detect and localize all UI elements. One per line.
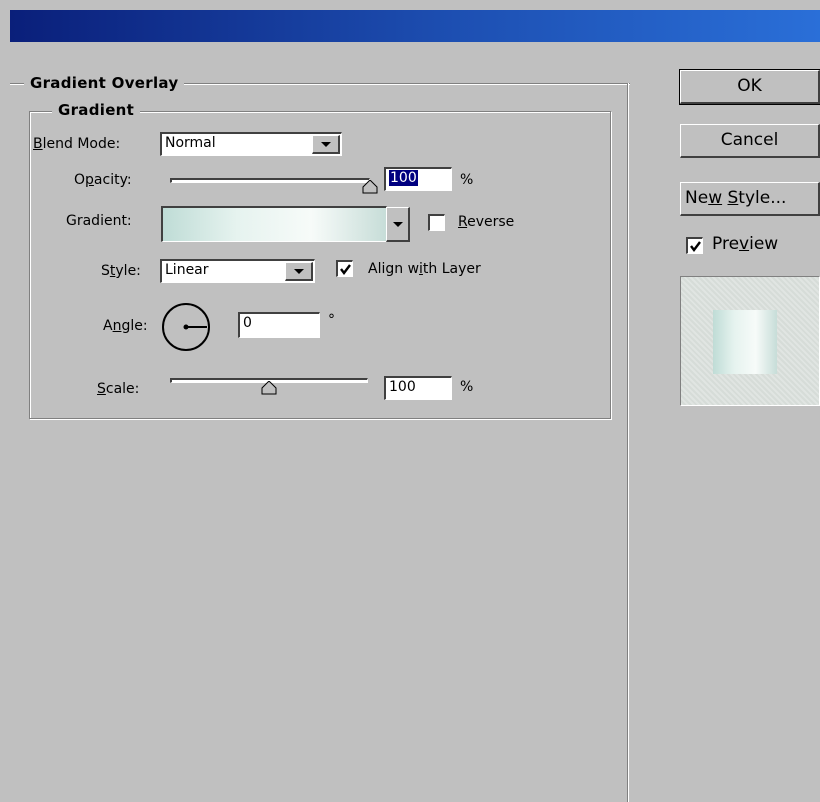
- preview-checkbox[interactable]: [686, 237, 703, 254]
- style-label: Style:: [101, 263, 141, 279]
- gradient-dropdown-button[interactable]: [386, 207, 410, 242]
- scale-label: Scale:: [97, 381, 140, 397]
- window-titlebar: [10, 10, 820, 42]
- checkmark-icon: [340, 264, 351, 275]
- ok-button[interactable]: OK: [679, 69, 820, 105]
- cancel-button[interactable]: Cancel: [680, 124, 820, 158]
- blend-mode-select[interactable]: Normal: [160, 132, 342, 156]
- style-dropdown-button[interactable]: [285, 262, 313, 281]
- outer-group-title: Gradient Overlay: [24, 75, 185, 91]
- opacity-label: Opacity:: [74, 172, 132, 188]
- preview-thumbnail: [680, 276, 820, 406]
- gradient-label: Gradient:: [66, 213, 132, 229]
- align-with-layer-label[interactable]: Align with Layer: [368, 261, 481, 277]
- scale-input[interactable]: 100: [384, 376, 452, 400]
- reverse-label[interactable]: Reverse: [458, 214, 514, 230]
- reverse-checkbox[interactable]: [428, 214, 445, 231]
- outer-group-right-border: [627, 83, 629, 802]
- opacity-slider-track[interactable]: [170, 178, 370, 183]
- gradient-swatch[interactable]: [161, 206, 387, 242]
- opacity-slider-thumb[interactable]: [362, 180, 378, 194]
- angle-label: Angle:: [103, 318, 148, 334]
- preview-label[interactable]: Preview: [712, 234, 778, 254]
- align-with-layer-checkbox[interactable]: [336, 260, 353, 277]
- blend-mode-dropdown-button[interactable]: [312, 135, 340, 154]
- style-select[interactable]: Linear: [160, 259, 315, 283]
- style-value: Linear: [165, 262, 209, 278]
- opacity-unit: %: [460, 172, 474, 188]
- preview-swatch: [713, 310, 777, 374]
- angle-input[interactable]: 0: [238, 312, 320, 338]
- angle-dial[interactable]: [160, 301, 212, 353]
- opacity-input[interactable]: 100: [384, 167, 452, 191]
- scale-slider-thumb[interactable]: [261, 381, 277, 395]
- checkmark-icon: [690, 241, 701, 252]
- scale-unit: %: [460, 379, 474, 395]
- inner-group-title: Gradient: [52, 102, 141, 118]
- blend-mode-value: Normal: [165, 135, 216, 151]
- angle-unit: °: [328, 312, 335, 328]
- new-style-button[interactable]: New Style...: [680, 182, 820, 216]
- blend-mode-label: Blend Mode:: [33, 136, 121, 152]
